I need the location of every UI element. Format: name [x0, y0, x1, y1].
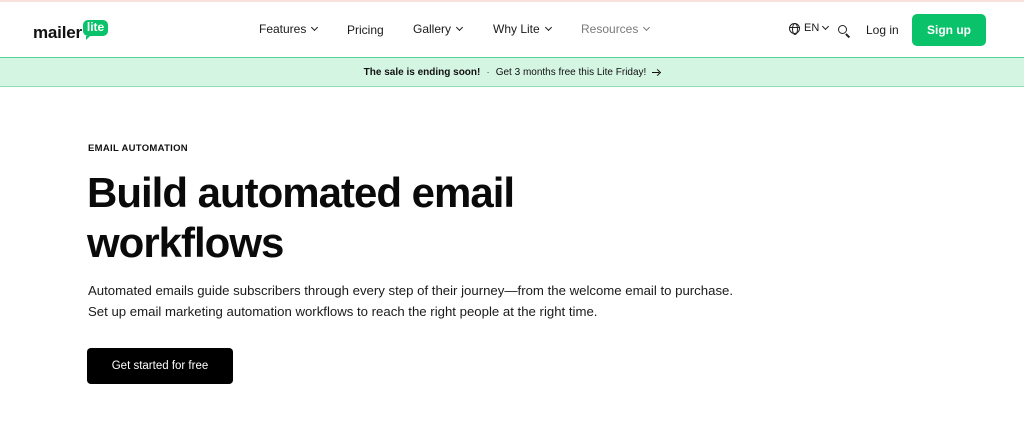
- hero-headline-line-1: Build automated email: [87, 169, 515, 216]
- promo-banner-separator: ·: [486, 66, 490, 78]
- chevron-down-icon: [643, 23, 651, 32]
- hero-description: Automated emails guide subscribers throu…: [88, 283, 734, 319]
- nav-item-features[interactable]: Features: [259, 22, 319, 36]
- nav-item-label: Pricing: [347, 23, 384, 37]
- nav-item-label: Features: [259, 22, 307, 36]
- hero-headline-line-2: workflows: [87, 219, 284, 266]
- nav-item-label: Why Lite: [493, 22, 540, 36]
- get-started-button[interactable]: Get started for free: [87, 348, 233, 384]
- login-link[interactable]: Log in: [866, 23, 899, 37]
- promo-banner[interactable]: The sale is ending soon! · Get 3 months …: [0, 57, 1024, 87]
- signup-button[interactable]: Sign up: [912, 14, 986, 46]
- promo-banner-headline: The sale is ending soon!: [363, 66, 481, 78]
- chevron-down-icon: [455, 23, 464, 32]
- chevron-down-icon: [311, 23, 319, 32]
- mailerlite-logo[interactable]: mailer lite: [33, 16, 109, 44]
- hero-headline: Build automated email workflows: [87, 168, 607, 268]
- top-navigation: mailer lite Features Pricing Gallery Why…: [0, 2, 1024, 57]
- search-icon[interactable]: [838, 25, 851, 38]
- language-label: EN: [804, 22, 820, 34]
- chevron-down-icon: [822, 22, 830, 31]
- language-selector[interactable]: EN: [789, 22, 830, 35]
- nav-item-gallery[interactable]: Gallery: [413, 22, 464, 36]
- promo-banner-text: Get 3 months free this Lite Friday!: [495, 66, 647, 78]
- logo-badge: lite: [82, 19, 109, 41]
- nav-item-label: Resources: [581, 22, 639, 36]
- nav-item-resources[interactable]: Resources: [581, 22, 651, 36]
- logo-wordmark: mailer: [33, 23, 82, 42]
- arrow-right-icon: [652, 68, 660, 76]
- nav-item-why-lite[interactable]: Why Lite: [493, 22, 552, 36]
- chevron-down-icon: [544, 23, 552, 32]
- hero-eyebrow: EMAIL AUTOMATION: [88, 143, 188, 154]
- nav-item-pricing[interactable]: Pricing: [347, 23, 384, 37]
- nav-item-label: Gallery: [413, 22, 452, 36]
- globe-icon: [789, 22, 800, 35]
